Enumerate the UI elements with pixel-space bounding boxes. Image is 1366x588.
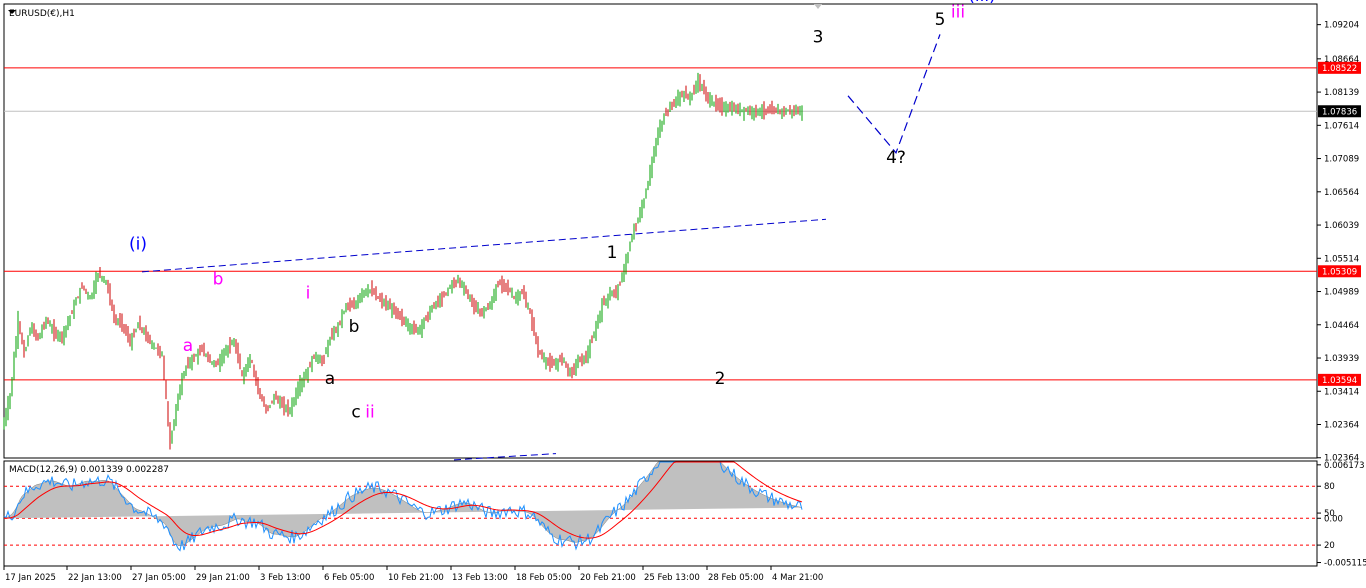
symbol-title: EURUSD(€),H1 — [9, 9, 75, 19]
price-tick-label: 1.06564 — [1324, 188, 1359, 198]
wave-label: iii — [951, 2, 965, 22]
wave-label: (i) — [129, 235, 147, 255]
x-tick-label: 28 Feb 05:00 — [708, 573, 764, 583]
x-tick-label: 3 Feb 13:00 — [260, 573, 310, 583]
x-tick-label: 25 Feb 13:00 — [644, 573, 700, 583]
macd-tick-label: 0.00 — [1324, 514, 1343, 524]
wave-label: a — [325, 369, 335, 389]
x-tick-label: 10 Feb 21:00 — [388, 573, 444, 583]
price-tick-label: 1.04464 — [1324, 321, 1359, 331]
wave-label: 5 — [935, 10, 946, 30]
wave-label: 4? — [886, 148, 906, 168]
macd-tick-label: 20 — [1324, 541, 1335, 551]
x-tick-label: 27 Jan 05:00 — [132, 573, 186, 583]
x-tick-label: 29 Jan 21:00 — [196, 573, 250, 583]
wave-label: b — [349, 317, 360, 337]
price-tick-label: 1.08139 — [1324, 88, 1359, 98]
x-tick-label: 18 Feb 05:00 — [516, 573, 572, 583]
price-tick-label: 1.04989 — [1324, 288, 1359, 298]
price-tick-label: 1.07614 — [1324, 121, 1359, 131]
x-tick-label: 4 Mar 21:00 — [772, 573, 823, 583]
wave-label: 2 — [715, 369, 726, 389]
macd-tick-label: 0.006173 — [1324, 461, 1365, 471]
macd-tick-label: 80 — [1324, 482, 1335, 492]
x-tick-label: 22 Jan 13:00 — [68, 573, 122, 583]
wave-label: c — [351, 402, 360, 422]
price-tick-label: 1.06039 — [1324, 221, 1359, 231]
price-tick-label: 1.09204 — [1324, 21, 1359, 31]
x-tick-label: 6 Feb 05:00 — [324, 573, 374, 583]
wave-label: b — [213, 270, 224, 290]
price-tick-label: 1.03939 — [1324, 354, 1359, 364]
level-price-label: 1.05309 — [1322, 267, 1357, 277]
level-price-label: 1.03594 — [1322, 376, 1357, 386]
level-price-label: 1.07836 — [1322, 107, 1357, 117]
macd-tick-label: -0.005115 — [1324, 559, 1366, 569]
price-tick-label: 1.02364 — [1324, 421, 1359, 431]
price-tick-label: 1.07089 — [1324, 155, 1359, 165]
x-tick-label: 17 Jan 2025 — [5, 573, 56, 583]
price-tick-label: 1.03414 — [1324, 387, 1359, 397]
wave-label: (iii) — [968, 0, 995, 6]
wave-label: i — [306, 283, 311, 303]
chart-canvas: EURUSD(€),H1 1.092041.086641.081391.0761… — [0, 0, 1366, 588]
wave-label: 3 — [813, 28, 824, 48]
macd-title: MACD(12,26,9) 0.001339 0.002287 — [9, 465, 169, 475]
wave-label: a — [183, 336, 193, 356]
wave-label: 1 — [607, 243, 618, 263]
level-price-label: 1.08522 — [1322, 64, 1357, 74]
x-tick-label: 20 Feb 21:00 — [580, 573, 636, 583]
x-tick-label: 13 Feb 13:00 — [452, 573, 508, 583]
wave-label: ii — [365, 402, 374, 422]
price-tick-label: 1.05514 — [1324, 254, 1359, 264]
